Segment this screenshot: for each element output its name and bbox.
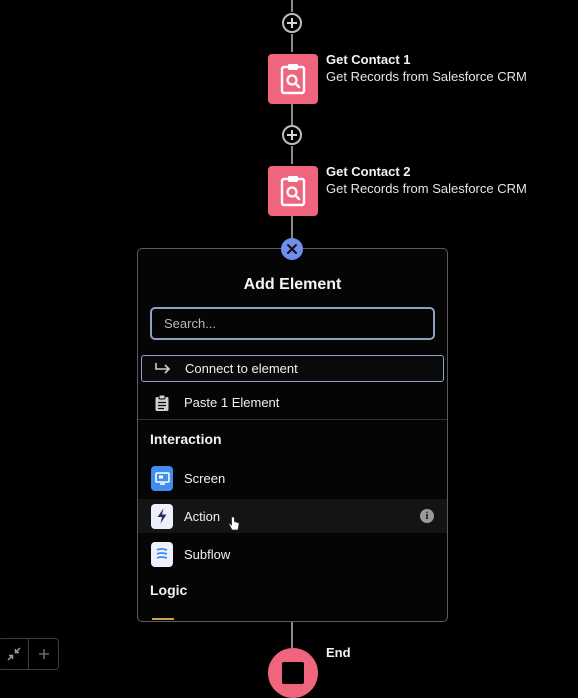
node-subtitle: Get Records from Salesforce CRM: [326, 181, 527, 196]
element-option-label: Subflow: [184, 546, 231, 562]
paste-label: Paste 1 Element: [184, 395, 280, 410]
close-icon: [287, 244, 297, 254]
collapse-arrows-icon: [6, 647, 21, 661]
flow-connector: [291, 0, 293, 12]
end-label: End: [326, 645, 351, 660]
info-icon[interactable]: i: [420, 509, 434, 523]
search-input[interactable]: [150, 307, 435, 340]
lightning-icon: [151, 503, 173, 529]
panel-title: Add Element: [243, 276, 342, 293]
flow-connector: [291, 104, 293, 125]
flow-connector: [291, 622, 293, 648]
close-panel-button[interactable]: [281, 238, 303, 260]
zoom-in-button[interactable]: [28, 639, 58, 669]
subflow-icon: [151, 541, 173, 567]
connect-to-element-option[interactable]: Connect to element: [141, 355, 444, 382]
section-heading-interaction: Interaction: [150, 431, 222, 447]
node-subtitle: Get Records from Salesforce CRM: [326, 69, 527, 84]
connect-arrow-icon: [152, 358, 174, 380]
clipboard-search-icon: [280, 64, 306, 95]
stop-icon: [282, 662, 304, 684]
logic-item-edge: [152, 618, 174, 620]
add-element-button[interactable]: [282, 125, 302, 145]
hand-cursor-icon: [228, 516, 240, 531]
plus-icon: [38, 649, 49, 659]
flow-connector: [291, 34, 293, 52]
element-option-label: Screen: [184, 470, 226, 486]
clipboard-search-icon: [280, 176, 306, 207]
element-option-screen[interactable]: Screen: [138, 463, 447, 493]
get-records-node-icon[interactable]: [268, 166, 318, 216]
element-option-label: Action: [184, 508, 221, 524]
end-node[interactable]: [268, 648, 318, 698]
node-title: Get Contact 2: [326, 164, 411, 179]
node-title: Get Contact 1: [326, 52, 411, 67]
clipboard-icon: [151, 392, 173, 414]
flow-connector: [291, 216, 293, 240]
element-option-subflow[interactable]: Subflow: [138, 539, 447, 569]
screen-icon: [151, 465, 173, 491]
collapse-button[interactable]: [0, 639, 28, 669]
get-records-node-icon[interactable]: [268, 54, 318, 104]
flow-connector: [291, 146, 293, 164]
element-option-action[interactable]: Action i: [138, 499, 447, 533]
zoom-controls: [0, 638, 59, 670]
paste-element-option[interactable]: Paste 1 Element: [138, 389, 447, 416]
add-element-button[interactable]: [282, 13, 302, 33]
connect-label: Connect to element: [185, 361, 298, 376]
add-element-panel: Add Element Connect to element Paste 1 E…: [137, 248, 448, 622]
section-heading-logic: Logic: [150, 582, 188, 598]
divider: [138, 419, 447, 420]
